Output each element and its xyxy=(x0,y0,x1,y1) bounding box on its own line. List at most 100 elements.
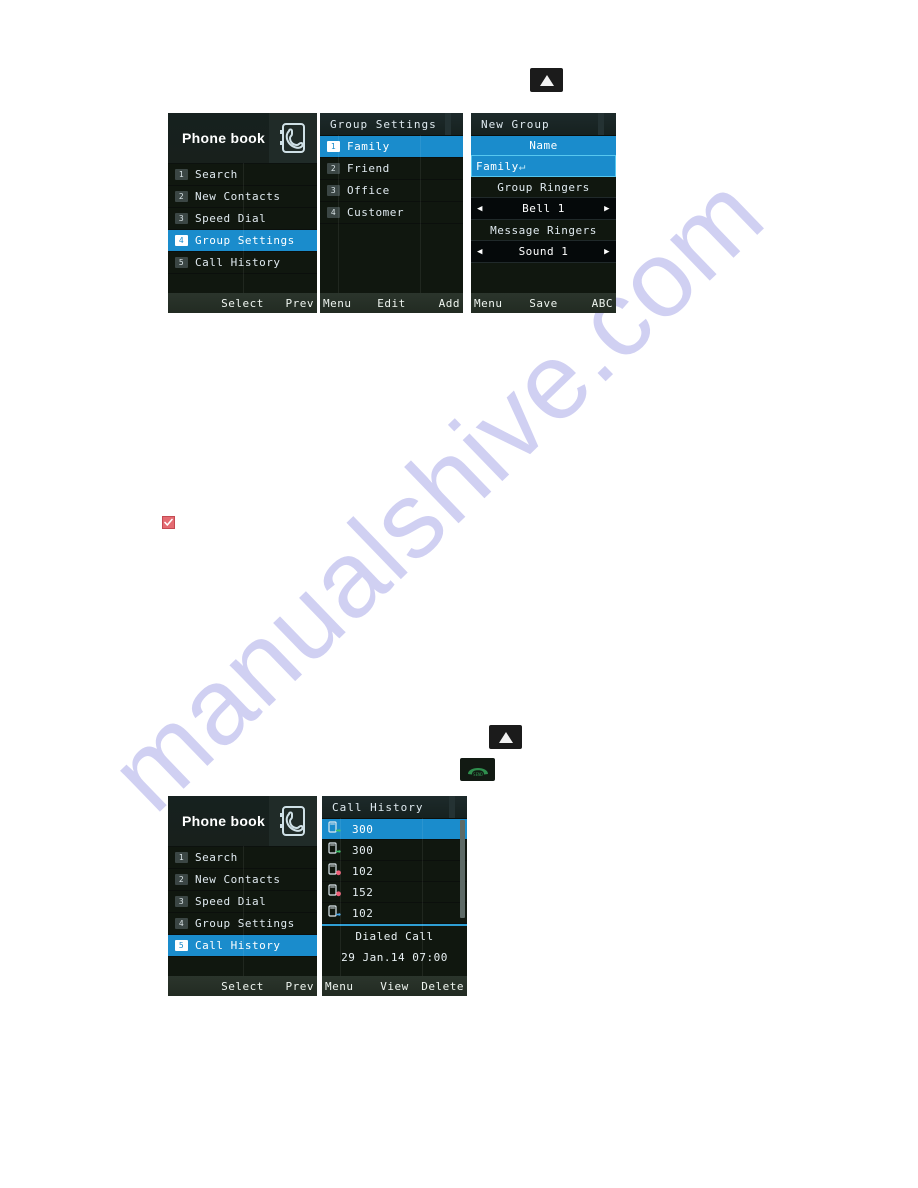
item-label: Call History xyxy=(195,256,281,269)
call-number: 102 xyxy=(352,864,374,878)
call-detail-type: Dialed Call xyxy=(355,930,434,943)
softkey-center[interactable]: Save xyxy=(520,297,566,310)
group-ringers-value: Bell 1 xyxy=(522,202,565,215)
phonebook-menu-list: 1 Search 2 New Contacts 3 Speed Dial 4 G… xyxy=(168,847,317,957)
call-number: 102 xyxy=(352,906,374,920)
item-number: 1 xyxy=(175,852,188,863)
page-title: Phone book xyxy=(182,130,266,146)
softkey-bar: Select Prev xyxy=(168,976,317,996)
menu-item-call-history[interactable]: 5 Call History xyxy=(168,252,317,274)
item-number: 1 xyxy=(175,169,188,180)
phonebook-icon xyxy=(269,796,317,846)
item-label: Speed Dial xyxy=(195,212,267,225)
item-label: Search xyxy=(195,168,238,181)
svg-text:SEND: SEND xyxy=(473,772,483,777)
item-label: Friend xyxy=(347,162,390,175)
softkey-right[interactable]: Prev xyxy=(266,297,317,310)
dialed-call-glyph xyxy=(328,842,341,854)
phonebook-header: Phone book xyxy=(168,796,317,847)
item-label: Group Settings xyxy=(195,917,295,930)
item-label: Speed Dial xyxy=(195,895,267,908)
group-item-office[interactable]: 3 Office xyxy=(320,180,463,202)
item-label: Group Settings xyxy=(195,234,295,247)
softkey-center[interactable]: Edit xyxy=(369,297,415,310)
softkey-bar: Select Prev xyxy=(168,293,317,313)
up-triangle-icon xyxy=(539,74,554,86)
call-history-row[interactable]: 152 xyxy=(322,882,467,903)
red-check-marker xyxy=(162,516,175,529)
item-number: 5 xyxy=(175,257,188,268)
up-triangle-key xyxy=(530,68,563,92)
call-detail-time: 29 Jan.14 07:00 xyxy=(341,951,448,964)
arrow-right-icon[interactable]: ▶ xyxy=(604,204,610,214)
call-history-row[interactable]: 300 xyxy=(322,819,467,840)
arrow-right-icon[interactable]: ▶ xyxy=(604,247,610,257)
dialed-call-icon xyxy=(328,905,344,921)
menu-item-search[interactable]: 1 Search xyxy=(168,847,317,869)
softkey-center[interactable]: View xyxy=(371,980,417,993)
call-history-row[interactable]: 102 xyxy=(322,903,467,924)
menu-item-speed-dial[interactable]: 3 Speed Dial xyxy=(168,208,317,230)
menu-item-search[interactable]: 1 Search xyxy=(168,164,317,186)
softkey-center[interactable]: Select xyxy=(219,297,267,310)
missed-call-glyph xyxy=(328,863,341,876)
softkey-right[interactable]: ABC xyxy=(567,297,616,310)
menu-item-group-settings[interactable]: 4 Group Settings xyxy=(168,913,317,935)
item-label: Customer xyxy=(347,206,404,219)
item-number: 3 xyxy=(175,896,188,907)
menu-item-new-contacts[interactable]: 2 New Contacts xyxy=(168,186,317,208)
group-name-input[interactable]: Family ↵ xyxy=(471,155,616,177)
softkey-bar: Menu View Delete xyxy=(322,976,467,996)
green-send-call-key: SEND xyxy=(460,758,495,781)
message-ringers-value: Sound 1 xyxy=(518,245,569,258)
menu-item-new-contacts[interactable]: 2 New Contacts xyxy=(168,869,317,891)
softkey-right[interactable]: Add xyxy=(414,297,463,310)
call-history-screen: Call History 300 300 102 152 102 Dialed … xyxy=(322,796,467,996)
item-number: 1 xyxy=(327,141,340,152)
message-ringers-label: Message Ringers xyxy=(471,220,616,240)
missed-call-glyph xyxy=(328,884,341,897)
dialed-call-glyph xyxy=(328,905,341,917)
phonebook-handset-icon xyxy=(280,806,305,836)
menu-item-group-settings[interactable]: 4 Group Settings xyxy=(168,230,317,252)
missed-call-icon xyxy=(328,884,344,900)
group-item-friend[interactable]: 2 Friend xyxy=(320,158,463,180)
group-item-customer[interactable]: 4 Customer xyxy=(320,202,463,224)
menu-item-call-history[interactable]: 5 Call History xyxy=(168,935,317,957)
up-triangle-icon xyxy=(498,731,513,743)
phonebook-screen-bottom: Phone book 1 Search 2 New Contacts 3 Spe… xyxy=(168,796,317,996)
phonebook-menu-list: 1 Search 2 New Contacts 3 Speed Dial 4 G… xyxy=(168,164,317,274)
menu-item-speed-dial[interactable]: 3 Speed Dial xyxy=(168,891,317,913)
group-item-family[interactable]: 1 Family xyxy=(320,136,463,158)
item-number: 4 xyxy=(327,207,340,218)
item-number: 3 xyxy=(175,213,188,224)
screen-title: New Group xyxy=(471,113,616,136)
softkey-left[interactable]: Menu xyxy=(320,297,369,310)
up-triangle-key-2 xyxy=(489,725,522,749)
item-number: 2 xyxy=(175,191,188,202)
item-number: 4 xyxy=(175,918,188,929)
group-ringers-spinner[interactable]: ◀ Bell 1 ▶ xyxy=(471,197,616,220)
softkey-left[interactable]: Menu xyxy=(322,980,371,993)
phonebook-handset-icon xyxy=(280,123,305,153)
item-label: Call History xyxy=(195,939,281,952)
softkey-right[interactable]: Delete xyxy=(418,980,467,993)
call-number: 300 xyxy=(352,822,374,836)
dialed-call-icon xyxy=(328,821,344,837)
softkey-left[interactable]: Menu xyxy=(471,297,520,310)
message-ringers-spinner[interactable]: ◀ Sound 1 ▶ xyxy=(471,240,616,263)
call-history-row[interactable]: 300 xyxy=(322,840,467,861)
new-group-screen: New Group Name Family ↵ Group Ringers ◀ B… xyxy=(471,113,616,313)
item-label: Search xyxy=(195,851,238,864)
check-icon xyxy=(164,518,173,526)
group-list: 1 Family 2 Friend 3 Office 4 Customer xyxy=(320,136,463,224)
softkey-right[interactable]: Prev xyxy=(266,980,317,993)
call-history-row[interactable]: 102 xyxy=(322,861,467,882)
softkey-center[interactable]: Select xyxy=(219,980,267,993)
group-settings-screen: Group Settings 1 Family 2 Friend 3 Offic… xyxy=(320,113,463,313)
call-number: 300 xyxy=(352,843,374,857)
group-ringers-label: Group Ringers xyxy=(471,177,616,197)
vertical-scrollbar[interactable] xyxy=(460,820,465,918)
softkey-bar: Menu Edit Add xyxy=(320,293,463,313)
item-number: 3 xyxy=(327,185,340,196)
